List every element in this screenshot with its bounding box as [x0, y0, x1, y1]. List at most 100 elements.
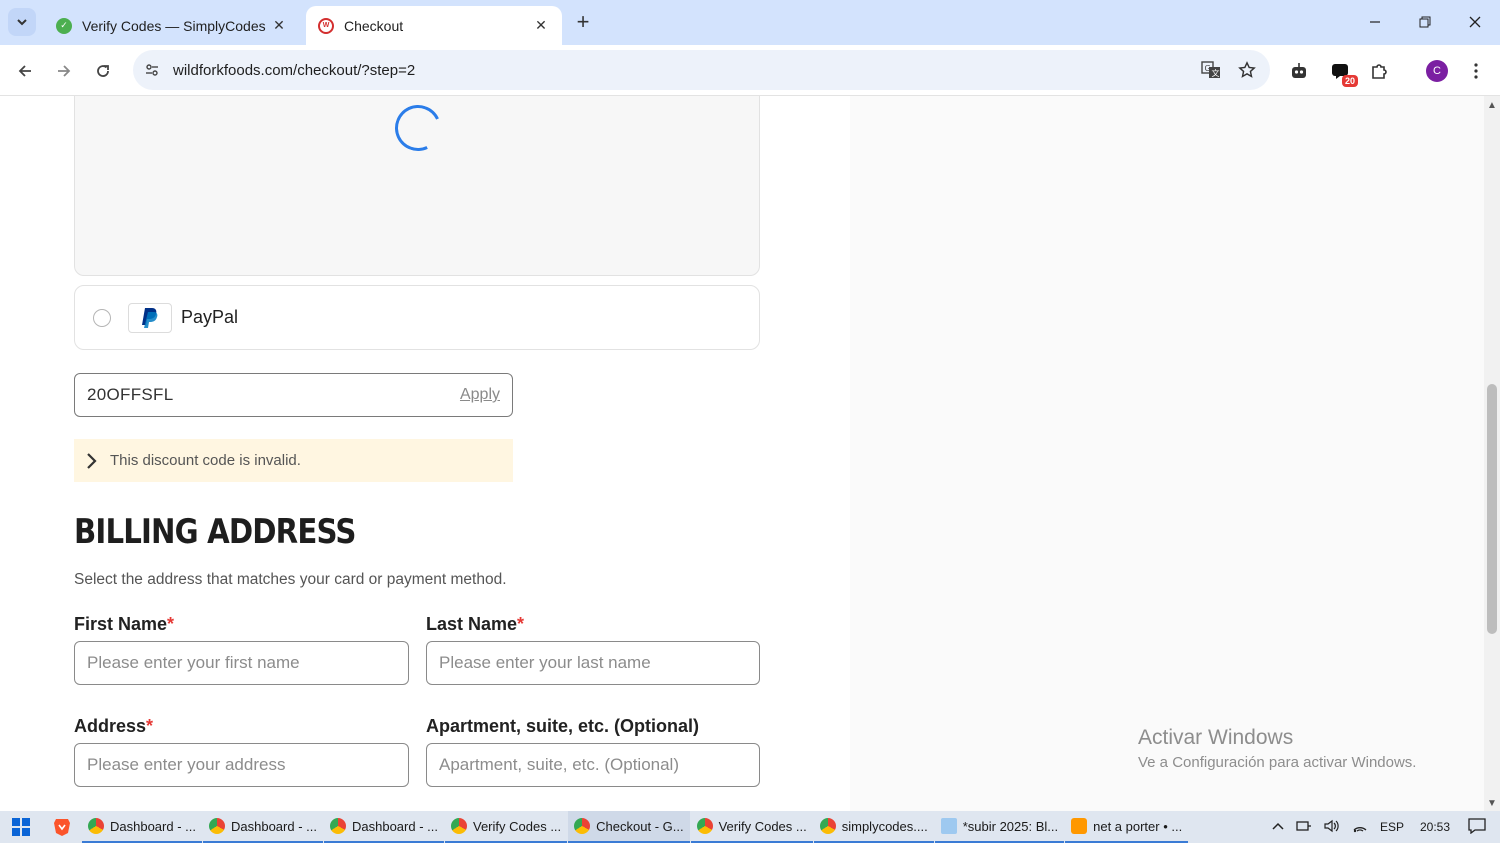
tab-title: Verify Codes — SimplyCodes	[82, 17, 266, 34]
network-icon[interactable]	[1296, 819, 1312, 836]
order-summary-panel	[850, 96, 1484, 811]
taskbar-item-label: Dashboard - ...	[352, 818, 438, 834]
tab-search-button[interactable]	[8, 8, 36, 36]
arrow-right-icon	[58, 65, 71, 77]
apartment-input[interactable]	[426, 743, 760, 787]
brave-lion-icon	[54, 819, 70, 836]
wifi-icon[interactable]	[1352, 819, 1368, 836]
chrome-icon	[451, 818, 467, 834]
error-text: This discount code is invalid.	[110, 452, 301, 469]
chevron-up-icon[interactable]	[1272, 820, 1284, 834]
notifications-icon[interactable]	[1468, 817, 1486, 837]
reload-button[interactable]	[89, 57, 117, 85]
language-indicator[interactable]: ESP	[1380, 820, 1404, 834]
restore-icon	[1419, 16, 1431, 28]
close-icon	[1469, 16, 1481, 28]
minimize-button[interactable]	[1352, 6, 1398, 38]
address-bar[interactable]: wildforkfoods.com/checkout/?step=2 G文	[133, 50, 1270, 90]
extension-simplycodes-button[interactable]: 20	[1326, 57, 1358, 87]
tab-title: Checkout	[344, 17, 404, 34]
discount-code-value[interactable]: 20OFFSFL	[87, 385, 460, 405]
start-button[interactable]	[0, 811, 42, 843]
paypal-logo-icon	[128, 302, 172, 333]
brave-taskbar-button[interactable]	[42, 811, 82, 843]
site-settings-icon[interactable]	[141, 59, 163, 81]
scroll-thumb[interactable]	[1487, 384, 1497, 634]
taskbar-item[interactable]: Verify Codes ...	[690, 811, 813, 843]
avatar: C	[1426, 60, 1448, 82]
browser-menu-button[interactable]	[1462, 57, 1490, 85]
first-name-label: First Name*	[74, 614, 174, 635]
scroll-down-arrow-icon[interactable]: ▼	[1487, 798, 1497, 809]
notepad-icon	[940, 818, 957, 834]
page-viewport: PayPal 20OFFSFL Apply This discount code…	[0, 96, 1484, 811]
reload-icon	[97, 65, 109, 77]
loading-spinner-icon	[388, 98, 448, 158]
close-window-button[interactable]	[1452, 6, 1498, 38]
chrome-icon	[88, 818, 104, 834]
tab-verify-codes[interactable]: ✓ Verify Codes — SimplyCodes ✕	[44, 6, 300, 45]
restore-button[interactable]	[1402, 6, 1448, 38]
sublime-icon	[1071, 818, 1088, 834]
clock[interactable]: 20:53	[1420, 820, 1450, 834]
taskbar-item[interactable]: simplycodes....	[813, 811, 934, 843]
chevron-right-icon[interactable]	[86, 452, 100, 470]
svg-text:文: 文	[1212, 68, 1220, 78]
taskbar-item-label: Verify Codes ...	[473, 818, 562, 834]
paypal-radio[interactable]	[93, 308, 111, 327]
required-mark: *	[146, 716, 154, 736]
close-icon[interactable]: ✕	[270, 17, 288, 34]
forward-button[interactable]	[50, 57, 78, 85]
page-scrollbar[interactable]: ▲ ▼	[1484, 96, 1500, 811]
bookmark-star-icon[interactable]	[1234, 57, 1260, 83]
paypal-option[interactable]: PayPal	[74, 285, 760, 350]
taskbar-item[interactable]: Dashboard - ...	[324, 811, 444, 843]
billing-address-heading: BILLING ADDRESS	[74, 512, 356, 552]
taskbar-item[interactable]: Checkout - G...	[568, 811, 690, 843]
card-payment-frame	[74, 96, 760, 276]
volume-icon[interactable]	[1324, 819, 1340, 836]
profile-button[interactable]: C	[1423, 57, 1451, 85]
required-mark: *	[167, 614, 175, 634]
scroll-up-arrow-icon[interactable]: ▲	[1487, 100, 1497, 111]
taskbar-item-label: Dashboard - ...	[110, 818, 196, 834]
minimize-icon	[1370, 21, 1380, 23]
first-name-input[interactable]	[74, 641, 409, 685]
chrome-icon	[574, 818, 591, 834]
url-text[interactable]: wildforkfoods.com/checkout/?step=2	[173, 62, 1198, 79]
tab-checkout[interactable]: W Checkout ✕	[306, 6, 562, 45]
required-mark: *	[517, 614, 525, 634]
address-label: Address*	[74, 716, 153, 737]
label-text: Apartment, suite, etc. (Optional)	[426, 716, 700, 736]
new-tab-button[interactable]: +	[570, 10, 596, 36]
billing-address-subtitle: Select the address that matches your car…	[74, 571, 507, 588]
taskbar-item[interactable]: Dashboard - ...	[203, 811, 323, 843]
chrome-icon	[819, 818, 836, 834]
translate-icon[interactable]: G文	[1198, 57, 1224, 83]
extension-robot-button[interactable]	[1285, 57, 1313, 85]
close-icon[interactable]: ✕	[532, 17, 550, 34]
taskbar-item[interactable]: *subir 2025: Bl...	[934, 811, 1065, 843]
taskbar-item[interactable]: Verify Codes ...	[445, 811, 568, 843]
discount-code-field[interactable]: 20OFFSFL Apply	[74, 373, 513, 417]
apply-discount-button[interactable]: Apply	[460, 386, 500, 404]
taskbar-item[interactable]: Dashboard - ...	[82, 811, 202, 843]
taskbar-item[interactable]: net a porter • ...	[1065, 811, 1189, 843]
windows-taskbar: Dashboard - ... Dashboard - ... Dashboar…	[0, 811, 1500, 843]
address-input[interactable]	[74, 743, 409, 787]
last-name-input[interactable]	[426, 641, 760, 685]
taskbar-item-label: simplycodes....	[841, 818, 928, 834]
back-button[interactable]	[11, 57, 39, 85]
taskbar-item-label: Checkout - G...	[596, 818, 684, 834]
puzzle-icon	[1372, 64, 1387, 79]
system-tray: ESP 20:53	[1266, 811, 1500, 843]
extension-badge: 20	[1341, 75, 1358, 87]
watermark-line-1: Activar Windows	[1138, 726, 1294, 749]
chrome-icon	[209, 818, 225, 834]
windows-logo-icon	[12, 818, 30, 836]
simplycodes-favicon-icon: ✓	[56, 17, 72, 34]
chevron-down-icon	[17, 19, 27, 26]
taskbar-item-label: Dashboard - ...	[231, 818, 317, 834]
arrow-left-icon	[18, 65, 31, 77]
extensions-button[interactable]	[1365, 57, 1393, 85]
